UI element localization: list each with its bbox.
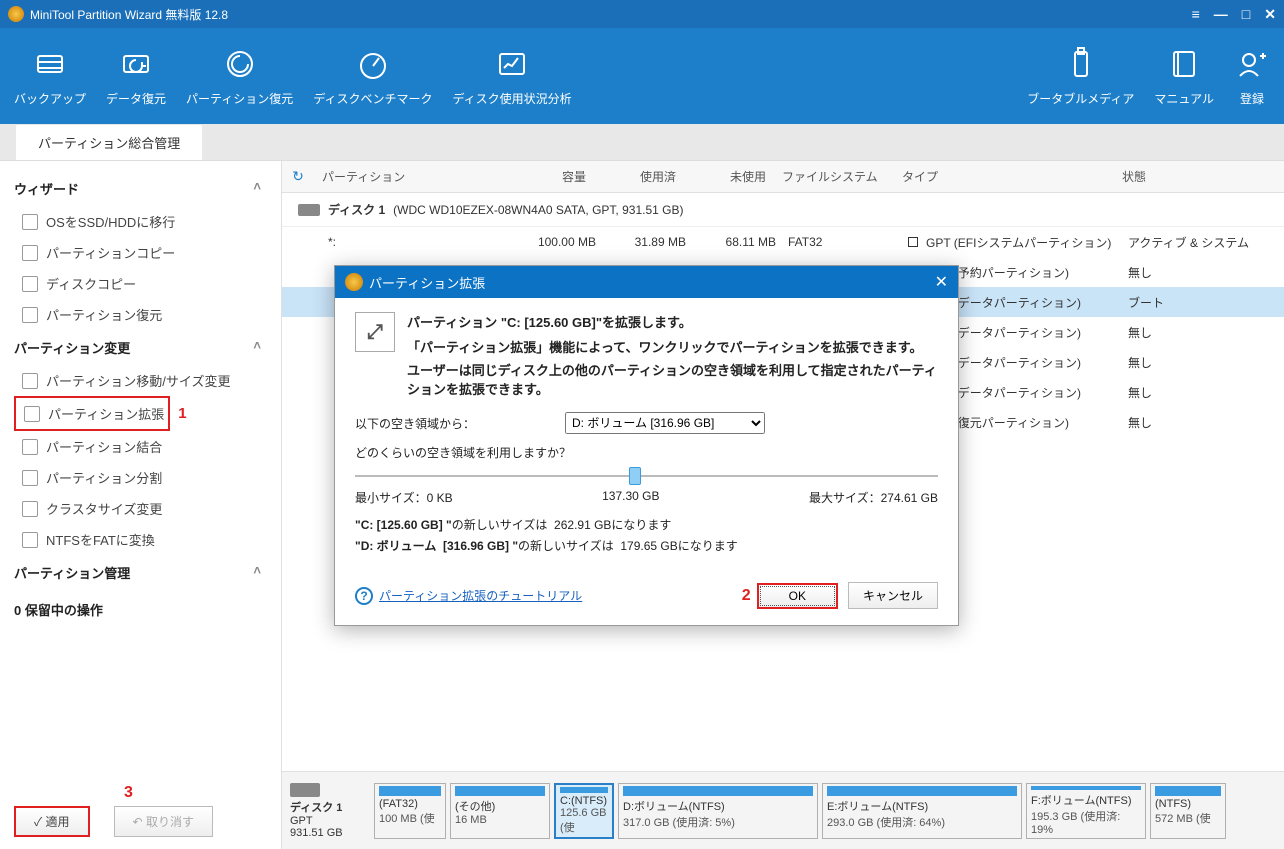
disk-map: ディスク 1 GPT 931.51 GB (FAT32)100 MB (使(その…	[282, 771, 1284, 849]
book-icon	[1166, 46, 1202, 82]
benchmark-button[interactable]: ディスクベンチマーク	[303, 40, 442, 113]
backup-button[interactable]: バックアップ	[4, 40, 96, 113]
split-icon	[22, 470, 38, 486]
user-plus-icon	[1234, 46, 1270, 82]
disk-map-info: ディスク 1 GPT 931.51 GB	[290, 783, 370, 839]
disk-icon	[298, 204, 320, 216]
menu-icon[interactable]: ≡	[1192, 6, 1200, 23]
tutorial-link[interactable]: パーティション拡張のチュートリアル	[379, 587, 582, 604]
column-headers: ↻ パーティション 容量 使用済 未使用 ファイルシステム タイプ 状態	[282, 161, 1284, 193]
extend-icon	[24, 406, 40, 422]
bootable-button[interactable]: ブータブルメディア	[1017, 40, 1144, 113]
diskmap-partition[interactable]: C:(NTFS)125.6 GB (使	[554, 783, 614, 839]
close-icon[interactable]: ✕	[1264, 6, 1276, 23]
usb-icon	[1063, 46, 1099, 82]
convert-icon	[22, 532, 38, 548]
apply-button[interactable]: ✓ 適用	[14, 806, 90, 837]
extend-partition-dialog: パーティション拡張 ✕ ⤢ パーティション "C: [125.60 GB]"を拡…	[334, 265, 959, 626]
diskmap-partition[interactable]: E:ボリューム(NTFS)293.0 GB (使用済: 64%)	[822, 783, 1022, 839]
help-icon[interactable]: ?	[355, 587, 373, 605]
copy-icon	[22, 245, 38, 261]
size-slider[interactable]	[355, 475, 938, 477]
dialog-close-icon[interactable]: ✕	[935, 272, 948, 292]
disk-header[interactable]: ディスク 1 (WDC WD10EZEX-08WN4A0 SATA, GPT, …	[282, 193, 1284, 227]
tab-row: パーティション総合管理	[0, 124, 1284, 160]
mid-size: 137.30 GB	[602, 489, 659, 506]
partition-row[interactable]: *: 100.00 MB 31.89 MB 68.11 MB FAT32 GPT…	[282, 227, 1284, 257]
diskmap-partition[interactable]: F:ボリューム(NTFS)195.3 GB (使用済: 19%	[1026, 783, 1146, 839]
change-header[interactable]: パーティション変更˄	[14, 330, 281, 365]
titlebar: MiniTool Partition Wizard 無料版 12.8 ≡ — □…	[0, 0, 1284, 28]
ok-button[interactable]: OK	[757, 583, 838, 609]
backup-icon	[32, 46, 68, 82]
usage-icon	[494, 46, 530, 82]
dialog-heading: パーティション "C: [125.60 GB]"を拡張します。	[407, 312, 938, 331]
app-icon	[8, 6, 24, 22]
minimize-icon[interactable]: —	[1214, 6, 1228, 23]
migrate-icon	[22, 214, 38, 230]
sidebar-item-os-migrate[interactable]: OSをSSD/HDDに移行	[14, 206, 281, 237]
chevron-up-icon: ˄	[253, 179, 261, 198]
new-size-c: "C: [125.60 GB] "の新しいサイズは 262.91 GBになります	[355, 516, 938, 533]
sidebar-item-partition-restore[interactable]: パーティション復元	[14, 299, 281, 330]
diskmap-partition[interactable]: D:ボリューム(NTFS)317.0 GB (使用済: 5%)	[618, 783, 818, 839]
diskmap-partition[interactable]: (その他)16 MB	[450, 783, 550, 839]
dialog-titlebar[interactable]: パーティション拡張 ✕	[335, 266, 958, 298]
tab-partition-management[interactable]: パーティション総合管理	[16, 125, 202, 160]
wizard-header[interactable]: ウィザード˄	[14, 171, 281, 206]
sidebar-item-partition-copy[interactable]: パーティションコピー	[14, 237, 281, 268]
dialog-desc2: ユーザーは同じディスク上の他のパーティションの空き領域を利用して指定されたパーテ…	[407, 360, 938, 398]
annotation-1: 1	[178, 405, 186, 422]
diskmap-partition[interactable]: (FAT32)100 MB (使	[374, 783, 446, 839]
min-size: 最小サイズ：0 KB	[355, 489, 453, 506]
manage-header[interactable]: パーティション管理˄	[14, 555, 281, 590]
sidebar-item-move-resize[interactable]: パーティション移動/サイズ変更	[14, 365, 281, 396]
disk-copy-icon	[22, 276, 38, 292]
disk-icon	[290, 783, 320, 797]
refresh-icon[interactable]: ↻	[282, 168, 314, 185]
pending-operations: 0 保留中の操作	[14, 590, 281, 619]
merge-icon	[22, 439, 38, 455]
annotation-2: 2	[742, 587, 751, 605]
sidebar-item-ntfs-fat[interactable]: NTFSをFATに変換	[14, 524, 281, 555]
source-partition-select[interactable]: D: ボリューム [316.96 GB]	[565, 412, 765, 434]
resize-icon	[22, 373, 38, 389]
register-button[interactable]: 登録	[1224, 40, 1280, 113]
annotation-3: 3	[124, 784, 267, 802]
sidebar-item-disk-copy[interactable]: ディスクコピー	[14, 268, 281, 299]
maximize-icon[interactable]: □	[1242, 6, 1250, 23]
app-icon	[345, 273, 363, 291]
expand-icon: ⤢	[355, 312, 395, 352]
recovery-icon	[118, 46, 154, 82]
sidebar-item-merge[interactable]: パーティション結合	[14, 431, 281, 462]
slider-thumb[interactable]	[629, 467, 641, 485]
max-size: 最大サイズ：274.61 GB	[809, 489, 938, 506]
data-recovery-button[interactable]: データ復元	[96, 40, 176, 113]
chevron-up-icon: ˄	[253, 338, 261, 357]
restore-icon	[22, 307, 38, 323]
dialog-title: パーティション拡張	[369, 273, 485, 292]
new-size-d: "D: ボリューム [316.96 GB] "の新しいサイズは 179.65 G…	[355, 537, 938, 554]
part-recovery-icon	[222, 46, 258, 82]
window-title: MiniTool Partition Wizard 無料版 12.8	[30, 6, 1192, 23]
diskmap-partition[interactable]: (NTFS)572 MB (使	[1150, 783, 1226, 839]
partition-recovery-button[interactable]: パーティション復元	[176, 40, 303, 113]
usage-button[interactable]: ディスク使用状況分析	[442, 40, 581, 113]
cluster-icon	[22, 501, 38, 517]
cancel-button[interactable]: キャンセル	[848, 582, 938, 609]
main-toolbar: バックアップ データ復元 パーティション復元 ディスクベンチマーク ディスク使用…	[0, 28, 1284, 124]
manual-button[interactable]: マニュアル	[1144, 40, 1224, 113]
chevron-up-icon: ˄	[253, 563, 261, 582]
howmuch-label: どのくらいの空き領域を利用しますか？	[355, 444, 938, 461]
from-label: 以下の空き領域から：	[355, 415, 475, 432]
sidebar-item-split[interactable]: パーティション分割	[14, 462, 281, 493]
sidebar-item-extend[interactable]: パーティション拡張	[14, 396, 170, 431]
benchmark-icon	[355, 46, 391, 82]
sidebar: ウィザード˄ OSをSSD/HDDに移行 パーティションコピー ディスクコピー …	[0, 161, 282, 849]
sidebar-item-cluster[interactable]: クラスタサイズ変更	[14, 493, 281, 524]
dialog-desc1: 「パーティション拡張」機能によって、ワンクリックでパーティションを拡張できます。	[407, 337, 938, 356]
undo-button[interactable]: ↶ 取り消す	[114, 806, 213, 837]
